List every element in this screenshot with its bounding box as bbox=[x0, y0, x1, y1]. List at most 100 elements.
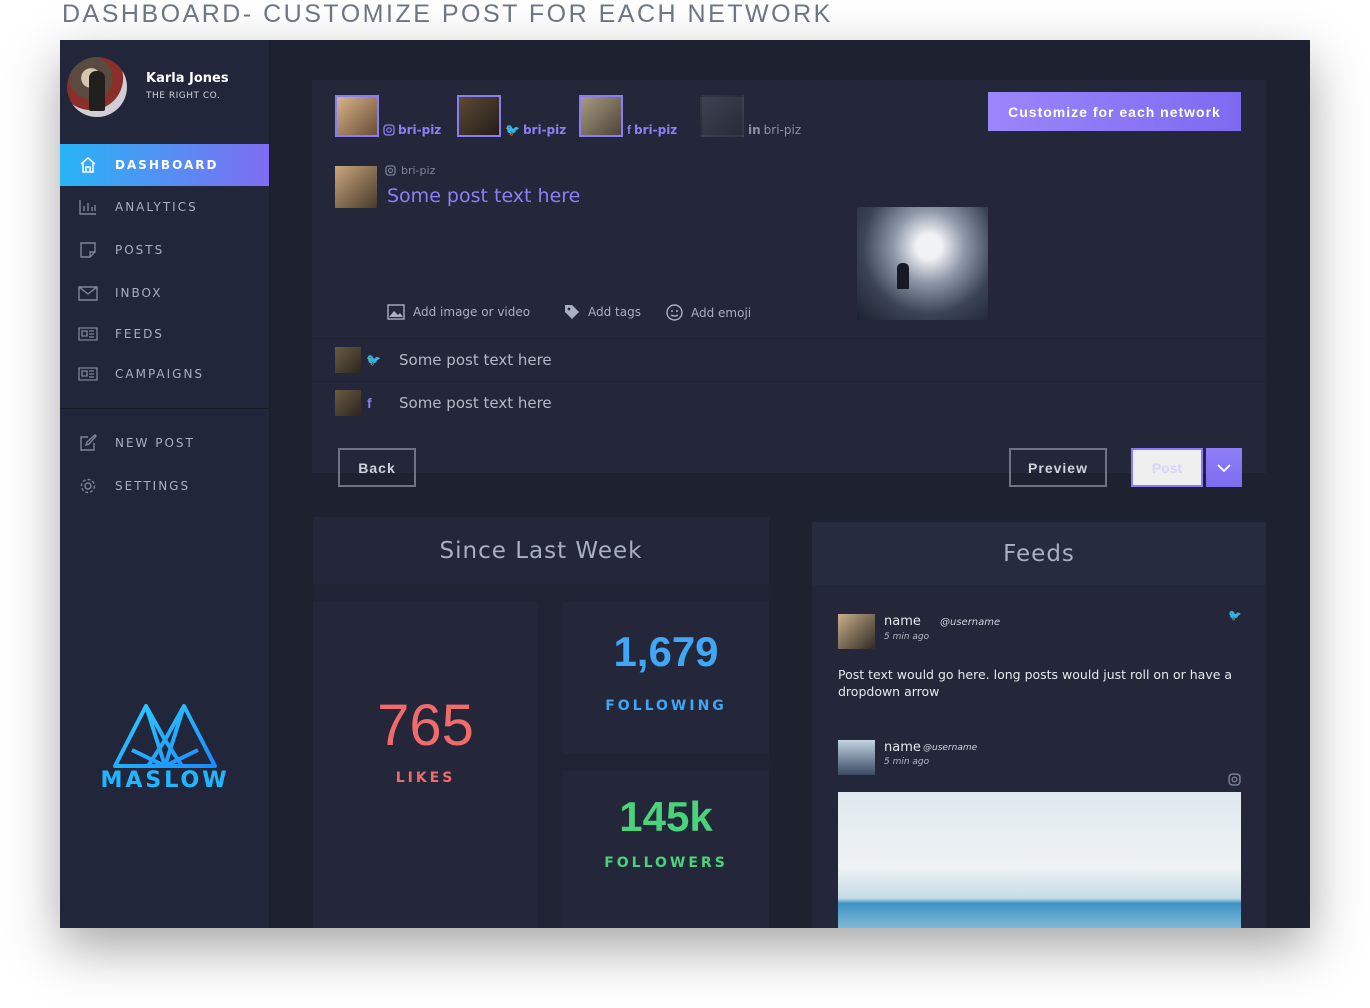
sidebar-item-feeds[interactable]: FEEDS bbox=[60, 313, 269, 355]
twitter-icon: 🐦 bbox=[505, 123, 520, 137]
account-linkedin[interactable]: in bri-piz bbox=[700, 92, 801, 137]
edit-icon bbox=[78, 433, 98, 453]
twitter-icon: 🐦 bbox=[366, 352, 381, 367]
feed-avatar[interactable] bbox=[838, 740, 875, 775]
account-handle: bri-piz bbox=[398, 123, 442, 137]
page-heading: DASHBOARD- CUSTOMIZE POST FOR EACH NETWO… bbox=[62, 0, 833, 28]
sidebar-item-inbox[interactable]: INBOX bbox=[60, 272, 269, 314]
feed-username[interactable]: @username bbox=[940, 617, 1000, 628]
add-emoji-button[interactable]: Add emoji bbox=[666, 304, 751, 321]
post-composer: bri-piz 🐦 bri-piz f bri-piz in bri-piz C… bbox=[312, 80, 1266, 487]
newspaper-icon bbox=[78, 364, 98, 384]
account-net: in bri-piz bbox=[748, 123, 801, 137]
maslow-logo: MASLOW bbox=[100, 700, 230, 793]
add-image-label: Add image or video bbox=[413, 305, 531, 319]
sidebar-item-analytics[interactable]: ANALYTICS bbox=[60, 186, 269, 228]
add-emoji-label: Add emoji bbox=[691, 305, 752, 320]
post-options-dropdown[interactable] bbox=[1206, 448, 1242, 487]
facebook-account-avatar bbox=[335, 389, 361, 416]
newspaper-icon bbox=[78, 324, 98, 344]
feeds-title: Feeds bbox=[812, 522, 1266, 585]
sidebar-item-new-post[interactable]: NEW POST bbox=[60, 422, 269, 464]
feed-username[interactable]: @username bbox=[923, 743, 977, 753]
twitter-account-avatar bbox=[335, 346, 361, 373]
add-tags-label: Add tags bbox=[588, 305, 641, 319]
instagram-icon bbox=[385, 165, 396, 176]
profile[interactable]: Karla Jones THE RIGHT CO. bbox=[60, 40, 269, 140]
followers-label: FOLLOWERS bbox=[604, 855, 728, 871]
sidebar-item-settings[interactable]: SETTINGS bbox=[60, 465, 269, 507]
back-button[interactable]: Back bbox=[338, 448, 416, 487]
account-handle: bri-piz bbox=[763, 123, 802, 137]
tag-icon bbox=[565, 305, 579, 319]
sidebar: Karla Jones THE RIGHT CO. DASHBOARD ANAL… bbox=[60, 40, 269, 928]
account-handle: bri-piz bbox=[634, 123, 678, 137]
linkedin-icon: in bbox=[748, 123, 761, 137]
network-post-text: Some post text here bbox=[399, 393, 552, 412]
sidebar-item-dashboard[interactable]: DASHBOARD bbox=[60, 144, 269, 186]
sidebar-item-label: POSTS bbox=[115, 243, 165, 257]
avatar[interactable] bbox=[67, 57, 127, 117]
feed-name[interactable]: name bbox=[884, 740, 921, 755]
preview-button[interactable]: Preview bbox=[1009, 448, 1107, 487]
sidebar-item-label: NEW POST bbox=[115, 436, 195, 450]
instagram-icon bbox=[1228, 773, 1241, 786]
feed-time: 5 min ago bbox=[884, 632, 930, 642]
network-post-twitter[interactable]: 🐦 Some post text here bbox=[312, 338, 1266, 380]
account-thumb bbox=[700, 95, 744, 137]
network-post-facebook[interactable]: f Some post text here bbox=[312, 381, 1266, 423]
feed-time: 5 min ago bbox=[884, 757, 930, 767]
facebook-icon: f bbox=[367, 394, 372, 411]
sidebar-item-posts[interactable]: POSTS bbox=[60, 229, 269, 271]
gear-icon bbox=[78, 476, 98, 496]
add-image-or-video-button[interactable]: Add image or video bbox=[387, 304, 530, 320]
post-author-avatar bbox=[335, 166, 377, 208]
mail-icon bbox=[78, 283, 98, 303]
image-icon bbox=[387, 304, 405, 320]
feeds-panel: Feeds name @username 5 min ago 🐦 Post te… bbox=[812, 522, 1266, 928]
account-net: bri-piz bbox=[383, 123, 441, 137]
home-icon bbox=[78, 155, 98, 175]
profile-name: Karla Jones bbox=[146, 71, 229, 86]
likes-card: 765 LIKES bbox=[313, 602, 538, 928]
account-thumb bbox=[579, 95, 623, 137]
add-tags-button[interactable]: Add tags bbox=[564, 304, 641, 320]
post-author-handle: bri-piz bbox=[401, 164, 436, 177]
sidebar-item-label: FEEDS bbox=[115, 327, 164, 341]
customize-for-each-network-button[interactable]: Customize for each network bbox=[988, 92, 1241, 131]
account-twitter[interactable]: 🐦 bri-piz bbox=[457, 92, 566, 137]
likes-value: 765 bbox=[377, 693, 474, 758]
nav-divider bbox=[60, 408, 269, 409]
twitter-icon: 🐦 bbox=[1228, 609, 1242, 622]
sidebar-item-label: CAMPAIGNS bbox=[115, 367, 205, 381]
sidebar-item-label: ANALYTICS bbox=[115, 200, 198, 214]
sidebar-item-campaigns[interactable]: CAMPAIGNS bbox=[60, 353, 269, 395]
emoji-icon bbox=[666, 304, 683, 321]
sidebar-edge bbox=[269, 40, 270, 928]
post-button[interactable]: Post bbox=[1131, 448, 1203, 487]
bar-chart-icon bbox=[78, 197, 98, 217]
account-thumb bbox=[335, 95, 379, 137]
feed-post-text: Post text would go here. long posts woul… bbox=[838, 667, 1233, 699]
account-facebook[interactable]: f bri-piz bbox=[579, 92, 677, 137]
post-text-input[interactable]: Some post text here bbox=[387, 185, 580, 207]
app-window: Karla Jones THE RIGHT CO. DASHBOARD ANAL… bbox=[60, 40, 1310, 928]
feed-avatar[interactable] bbox=[838, 614, 875, 649]
network-post-text: Some post text here bbox=[399, 350, 552, 369]
following-label: FOLLOWING bbox=[605, 698, 727, 714]
profile-company: THE RIGHT CO. bbox=[146, 91, 221, 101]
post-attached-image[interactable] bbox=[857, 207, 988, 320]
post-author: bri-piz bbox=[385, 164, 435, 177]
maslow-logo-mark bbox=[113, 704, 217, 768]
feed-name[interactable]: name bbox=[884, 614, 921, 629]
feed-post-image[interactable] bbox=[838, 792, 1241, 928]
account-handle: bri-piz bbox=[522, 123, 567, 137]
note-icon bbox=[78, 240, 98, 260]
stats-panel: Since Last Week 765 LIKES 1,679 FOLLOWIN… bbox=[313, 517, 769, 928]
sidebar-item-label: DASHBOARD bbox=[115, 158, 219, 172]
stats-title: Since Last Week bbox=[313, 517, 769, 584]
sidebar-item-label: INBOX bbox=[115, 286, 163, 300]
account-instagram[interactable]: bri-piz bbox=[335, 92, 441, 137]
facebook-icon: f bbox=[627, 123, 631, 137]
chevron-down-icon bbox=[1217, 463, 1231, 472]
